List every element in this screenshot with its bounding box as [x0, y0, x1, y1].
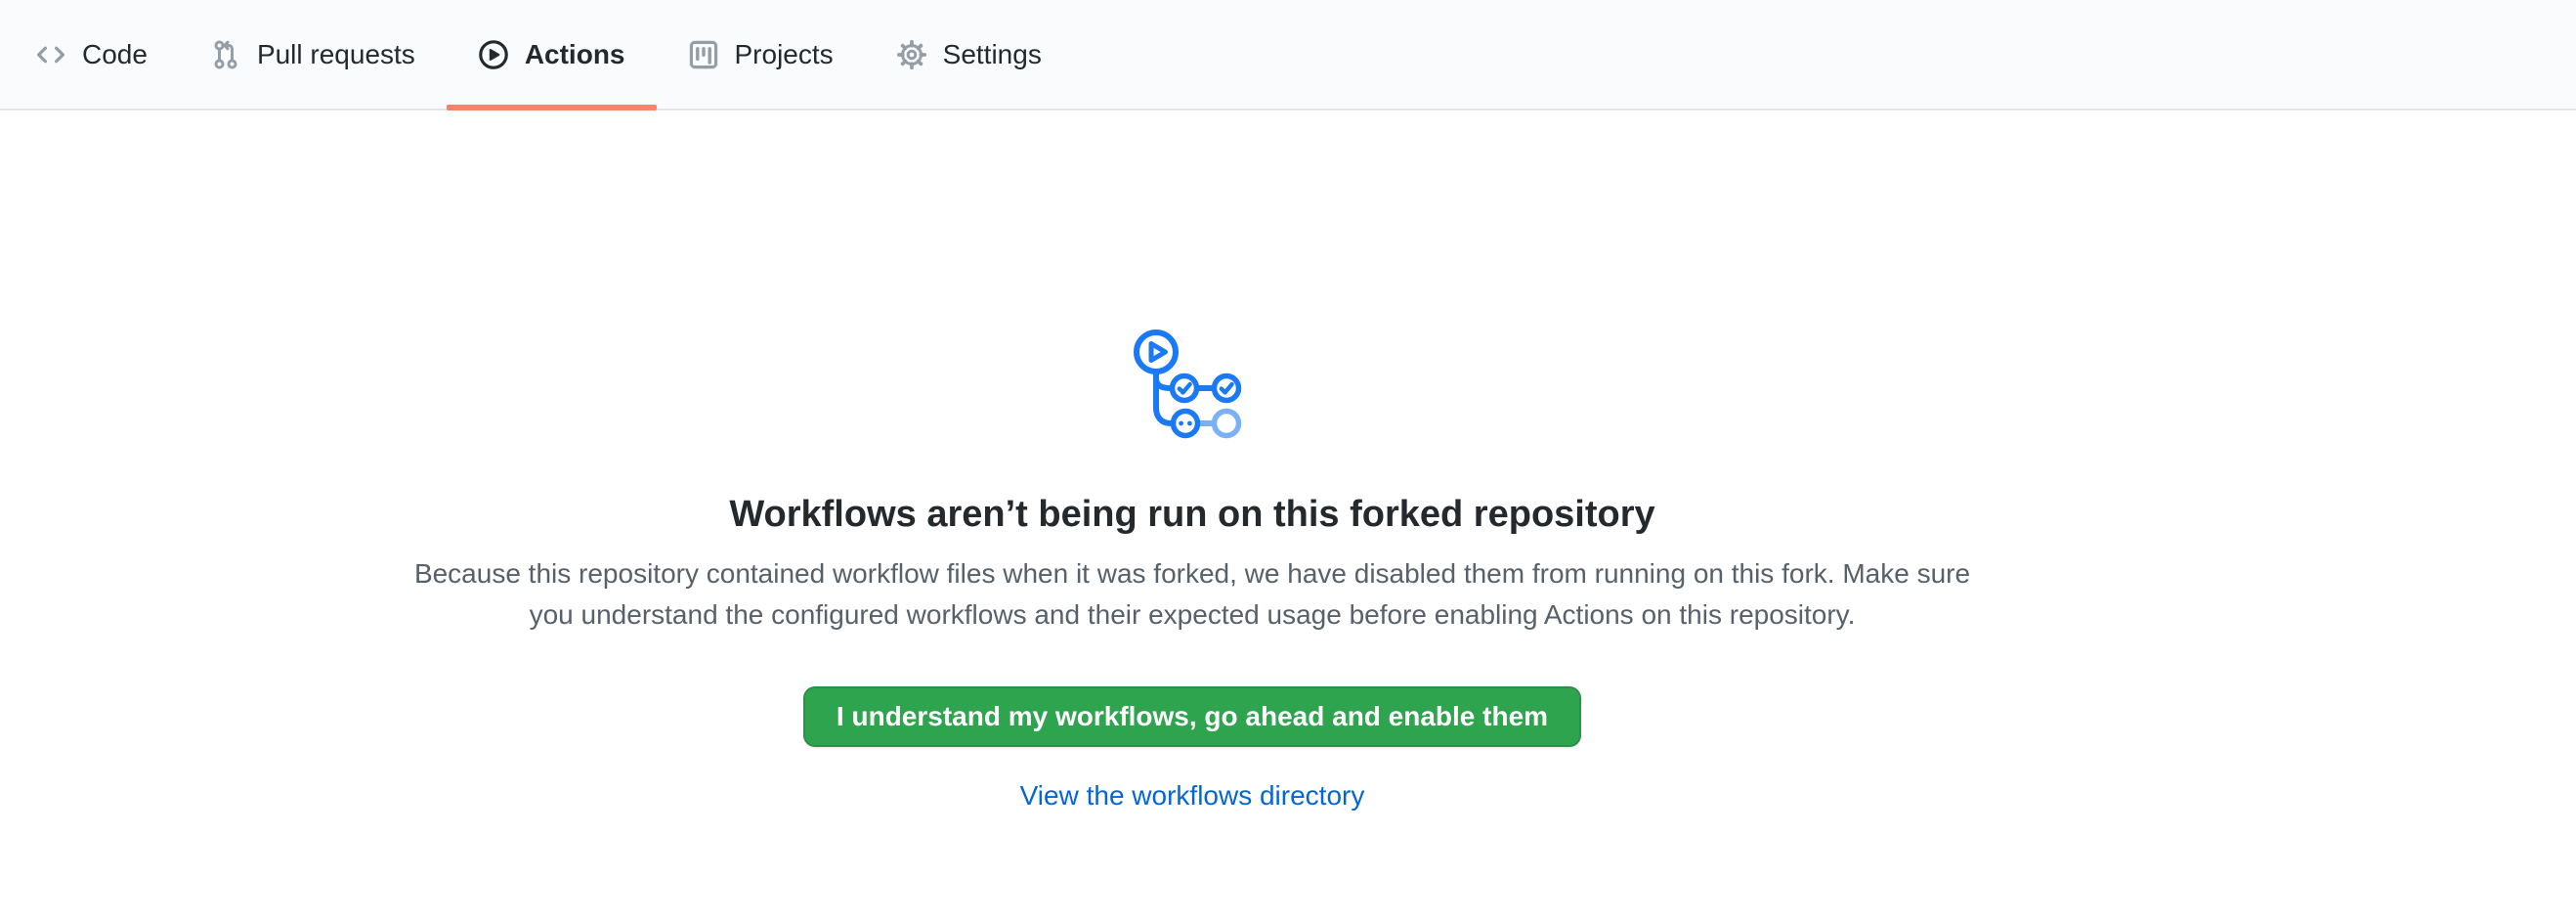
- tab-label: Settings: [943, 41, 1042, 68]
- link-row: View the workflows directory: [0, 780, 2384, 812]
- tab-label: Projects: [735, 41, 834, 68]
- blankslate-description: Because this repository contained workfl…: [396, 553, 1989, 636]
- gear-icon: [896, 39, 927, 70]
- tab-pull-requests[interactable]: Pull requests: [179, 0, 447, 109]
- project-icon: [688, 39, 719, 70]
- actions-blankslate: Workflows aren’t being run on this forke…: [0, 110, 2384, 812]
- button-row: I understand my workflows, go ahead and …: [0, 636, 2384, 747]
- tab-label: Pull requests: [257, 41, 415, 68]
- page-title: Workflows aren’t being run on this forke…: [0, 489, 2384, 540]
- pull-request-icon: [210, 39, 241, 70]
- play-icon: [478, 39, 509, 70]
- tab-label: Code: [82, 41, 148, 68]
- enable-workflows-button[interactable]: I understand my workflows, go ahead and …: [803, 686, 1581, 747]
- actions-workflow-icon: [1134, 330, 1251, 439]
- code-icon: [35, 39, 66, 70]
- tab-label: Actions: [525, 41, 625, 68]
- repo-tab-bar: Code Pull requests Actions: [0, 0, 2576, 110]
- tab-projects[interactable]: Projects: [657, 0, 865, 109]
- tab-actions[interactable]: Actions: [447, 0, 657, 109]
- view-workflows-directory-link[interactable]: View the workflows directory: [1020, 780, 1365, 811]
- tab-settings[interactable]: Settings: [865, 0, 1073, 109]
- tab-code[interactable]: Code: [4, 0, 179, 109]
